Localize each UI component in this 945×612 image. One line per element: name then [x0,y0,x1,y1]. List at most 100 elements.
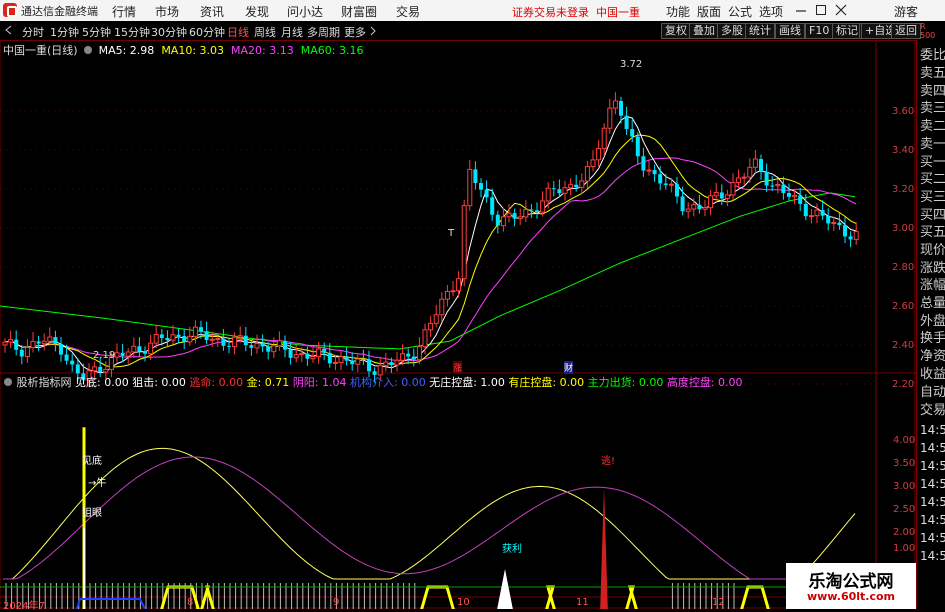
period-1min[interactable]: 1分钟 [50,24,79,40]
chevron-right-icon[interactable] [369,26,377,36]
candle-body [103,368,109,373]
candle-body [439,298,445,316]
rp-volume[interactable]: 总量 [920,296,945,311]
candle-body [288,349,293,358]
btn-duogu[interactable]: 多股 [717,23,747,39]
trade-login-notice[interactable]: 证券交易未登录 中国一重 [512,4,640,20]
candle-body [473,169,478,184]
btn-f10[interactable]: F10 [805,23,834,39]
candle-body [159,334,164,338]
guest-label[interactable]: 游客 [894,3,918,20]
period-weekly[interactable]: 周线 [254,24,276,40]
candle-body [148,342,154,355]
rp-sell3[interactable]: 卖三 [920,101,945,116]
period-30min[interactable]: 30分钟 [151,24,187,40]
rp-trade[interactable]: 交易 [920,403,945,418]
close-icon[interactable] [835,4,847,16]
kline-chart[interactable] [0,40,916,609]
btn-biaoji[interactable]: 标记 [832,23,862,39]
candle-body [249,345,254,348]
period-60min[interactable]: 60分钟 [189,24,225,40]
candle-body [663,183,668,185]
menu-item-faxian[interactable]: 发现 [245,3,269,20]
rp-buy5[interactable]: 买五 [920,225,945,240]
rp-outer[interactable]: 外盘 [920,314,945,329]
rp-change[interactable]: 涨跌 [920,261,945,276]
period-multi[interactable]: 多周期 [307,24,340,40]
candle-body [204,331,209,341]
rp-buy4[interactable]: 买四 [920,208,945,223]
ind-gaodu: 高度控盘: 0.00 [666,376,743,389]
candle-body [19,349,24,357]
rp-turnover[interactable]: 换手 [920,331,945,346]
candle-body [361,358,366,360]
rp-sell2[interactable]: 卖二 [920,119,945,134]
candle-body [92,366,98,372]
period-more[interactable]: 更多 [344,24,366,40]
candle-body [70,360,75,365]
cai-marker[interactable]: 财 [564,361,574,374]
rp-pct[interactable]: 涨幅 [920,278,945,293]
candle-body [523,208,529,218]
candle-body [736,177,742,184]
candle-body [411,356,416,360]
ind-juji: 狙击: 0.00 [132,376,186,389]
menu-item-banmian[interactable]: 版面 [697,3,721,20]
rp-sell4[interactable]: 卖四 [920,84,945,99]
candle-body [826,215,831,224]
candle-body [176,334,181,337]
menu-item-xuanxiang[interactable]: 选项 [759,3,783,20]
indicator-name[interactable]: 股析指标网 [17,376,72,389]
settings-dot-icon[interactable] [3,377,13,387]
rp-sell5[interactable]: 卖五 [920,66,945,81]
menu-item-shichang[interactable]: 市场 [155,3,179,20]
rp-sell1[interactable]: 卖一 [920,137,945,152]
rp-price[interactable]: 现价 [920,243,945,258]
candle-body [232,336,238,348]
ind-tick: 2.50 [893,504,916,515]
candle-body [691,204,697,210]
rp-auto[interactable]: 自动 [920,385,945,400]
minimize-icon[interactable] [795,4,807,16]
time-label: 14:56 [920,459,945,473]
time-label: 14:56 [920,495,945,509]
menu-bar: 通达信金融终端 行情 市场 资讯 发现 问小达 财富圈 交易 证券交易未登录 中… [0,0,945,22]
menu-item-zixun[interactable]: 资讯 [200,3,224,20]
period-daily[interactable]: 日线 [227,24,249,40]
zhang-marker[interactable]: 涨 [453,361,463,374]
candle-body [53,337,58,344]
rp-weibi[interactable]: 委比 [920,48,945,63]
price-tick: 2.80 [892,262,915,273]
btn-diejia[interactable]: 叠加 [689,23,719,39]
candle-body [853,231,859,240]
ind-jigou: 机构介入: 0.00 [350,376,426,389]
ma60-label: MA60: 3.16 [300,44,364,57]
menu-item-jiaoyi[interactable]: 交易 [396,3,420,20]
menu-item-wenxiaoda[interactable]: 问小达 [287,3,323,20]
stock-label[interactable]: 中国一重(日线) [3,44,78,57]
rp-buy2[interactable]: 买二 [920,172,945,187]
btn-fuquan[interactable]: 复权 [661,23,691,39]
btn-tongji[interactable]: 统计 [745,23,775,39]
candle-body [428,322,434,331]
btn-back[interactable]: 返回 [891,23,921,39]
menu-item-hangqing[interactable]: 行情 [112,3,136,20]
rp-buy1[interactable]: 买一 [920,155,945,170]
btn-huaxian[interactable]: 画线 [775,23,805,39]
menu-item-gongneng[interactable]: 功能 [666,3,690,20]
rp-eps[interactable]: 收益 [920,367,945,382]
back-arrow-icon[interactable] [4,25,14,35]
rp-netasset[interactable]: 净资 [920,349,945,364]
candle-body [394,359,400,366]
period-15min[interactable]: 15分钟 [114,24,150,40]
menu-item-caifuquan[interactable]: 财富圈 [341,3,377,20]
menu-item-gongshi[interactable]: 公式 [728,3,752,20]
candle-body [98,366,103,372]
maximize-icon[interactable] [815,4,827,16]
settings-dot-icon[interactable] [83,45,93,55]
period-5min[interactable]: 5分钟 [82,24,111,40]
rp-buy3[interactable]: 买三 [920,190,945,205]
period-fenshi[interactable]: 分时 [22,24,44,40]
ma-polyline [0,192,856,350]
period-monthly[interactable]: 月线 [281,24,303,40]
